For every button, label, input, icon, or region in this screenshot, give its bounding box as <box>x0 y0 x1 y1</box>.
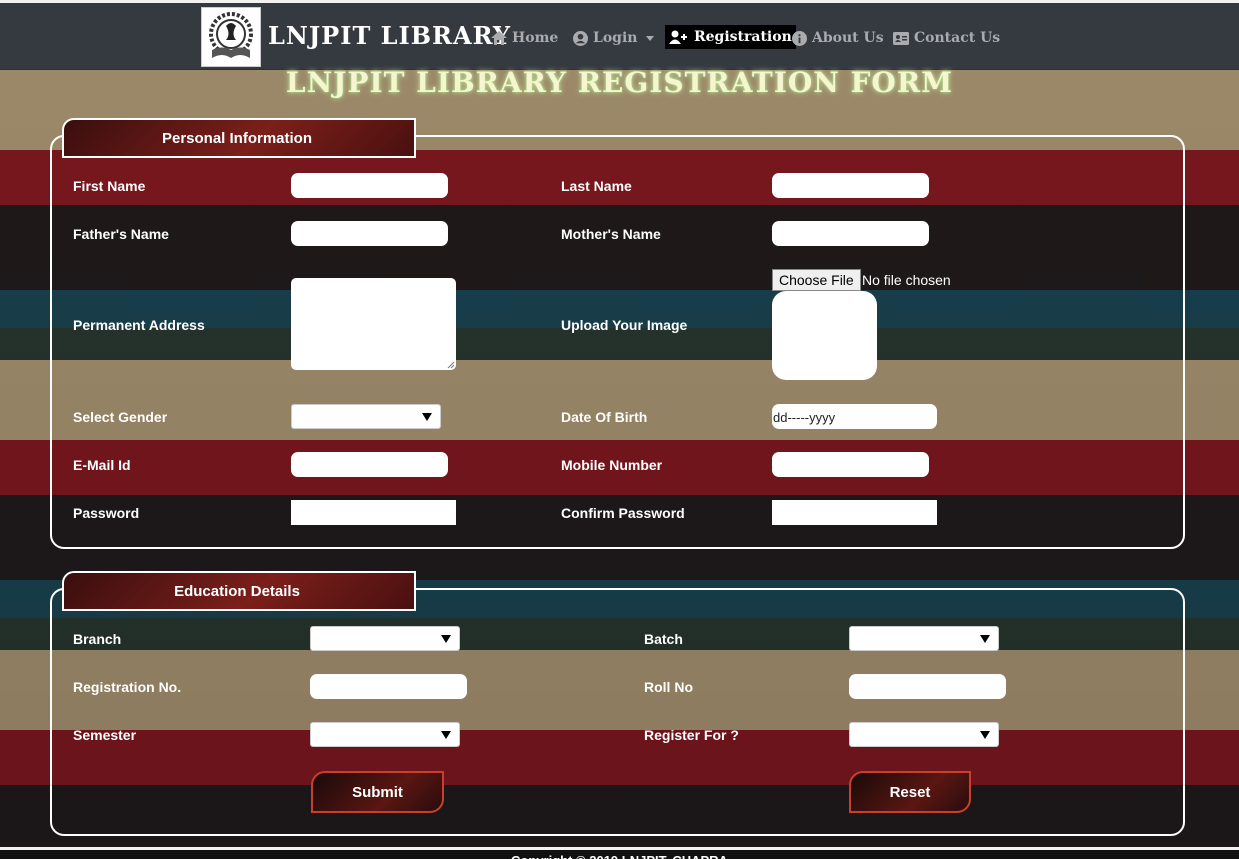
email-label: E-Mail Id <box>73 457 131 473</box>
home-icon <box>491 31 507 45</box>
file-status-text: No file chosen <box>862 272 951 288</box>
nav-home[interactable]: Home <box>491 27 558 49</box>
personal-info-legend: Personal Information <box>62 118 416 158</box>
navbar: LNJPIT LIBRARY Home Login Registration A… <box>0 0 1239 69</box>
register-for-label: Register For ? <box>644 727 739 743</box>
image-preview <box>772 291 877 380</box>
permanent-address-label: Permanent Address <box>73 317 205 333</box>
mothers-name-input[interactable] <box>772 221 929 246</box>
college-logo[interactable] <box>201 7 261 67</box>
nav-contact[interactable]: Contact Us <box>893 27 1000 49</box>
nav-registration[interactable]: Registration <box>665 25 796 49</box>
dob-placeholder: dd-----yyyy <box>773 410 836 425</box>
dropdown-arrow-icon <box>441 635 451 643</box>
roll-no-input[interactable] <box>849 674 1006 699</box>
branch-select[interactable] <box>310 626 460 651</box>
batch-select[interactable] <box>849 626 999 651</box>
form-title: LNJPIT LIBRARY REGISTRATION FORM <box>285 66 954 99</box>
semester-select[interactable] <box>310 722 460 747</box>
dropdown-arrow-icon <box>980 635 990 643</box>
nav-login-label: Login <box>593 30 638 46</box>
nav-home-label: Home <box>512 30 559 46</box>
resize-handle-icon[interactable] <box>446 360 455 369</box>
nav-about[interactable]: About Us <box>792 27 884 49</box>
fathers-name-label: Father's Name <box>73 226 169 242</box>
personal-info-fieldset <box>50 135 1185 549</box>
info-icon <box>792 30 807 46</box>
choose-file-button[interactable]: Choose File <box>772 269 861 291</box>
password-input[interactable] <box>291 500 456 525</box>
dropdown-arrow-icon <box>980 731 990 739</box>
footer-copyright: Copyright © 2019 LNJPIT, CHAPRA <box>0 847 1239 859</box>
batch-label: Batch <box>644 631 683 647</box>
fathers-name-input[interactable] <box>291 221 448 246</box>
nav-registration-label: Registration <box>694 29 792 45</box>
password-label: Password <box>73 505 140 521</box>
first-name-input[interactable] <box>291 173 448 198</box>
user-circle-icon <box>573 30 588 46</box>
id-card-icon <box>893 31 909 45</box>
education-legend: Education Details <box>62 571 416 611</box>
gender-select[interactable] <box>291 404 441 429</box>
mobile-input[interactable] <box>772 452 929 477</box>
semester-label: Semester <box>73 727 137 743</box>
chevron-down-icon <box>646 35 655 41</box>
first-name-label: First Name <box>73 178 146 194</box>
nav-contact-label: Contact Us <box>914 30 1001 46</box>
registration-no-input[interactable] <box>310 674 467 699</box>
last-name-input[interactable] <box>772 173 929 198</box>
confirm-password-label: Confirm Password <box>561 505 685 521</box>
roll-no-label: Roll No <box>644 679 693 695</box>
email-input[interactable] <box>291 452 448 477</box>
submit-button[interactable]: Submit <box>311 771 444 813</box>
registration-no-label: Registration No. <box>73 679 182 695</box>
upload-image-label: Upload Your Image <box>561 317 688 333</box>
mothers-name-label: Mother's Name <box>561 226 661 242</box>
gender-label: Select Gender <box>73 409 168 425</box>
nav-about-label: About Us <box>812 30 884 46</box>
dropdown-arrow-icon <box>441 731 451 739</box>
dob-label: Date Of Birth <box>561 409 648 425</box>
reset-button[interactable]: Reset <box>849 771 971 813</box>
brand-title[interactable]: LNJPIT LIBRARY <box>268 21 511 50</box>
register-for-select[interactable] <box>849 722 999 747</box>
confirm-password-input[interactable] <box>772 500 937 525</box>
branch-label: Branch <box>73 631 122 647</box>
education-fieldset <box>50 588 1185 836</box>
nav-login[interactable]: Login <box>573 27 655 49</box>
mobile-label: Mobile Number <box>561 457 663 473</box>
last-name-label: Last Name <box>561 178 632 194</box>
dropdown-arrow-icon <box>422 413 432 421</box>
user-plus-icon <box>669 30 687 44</box>
permanent-address-textarea[interactable] <box>291 278 456 370</box>
